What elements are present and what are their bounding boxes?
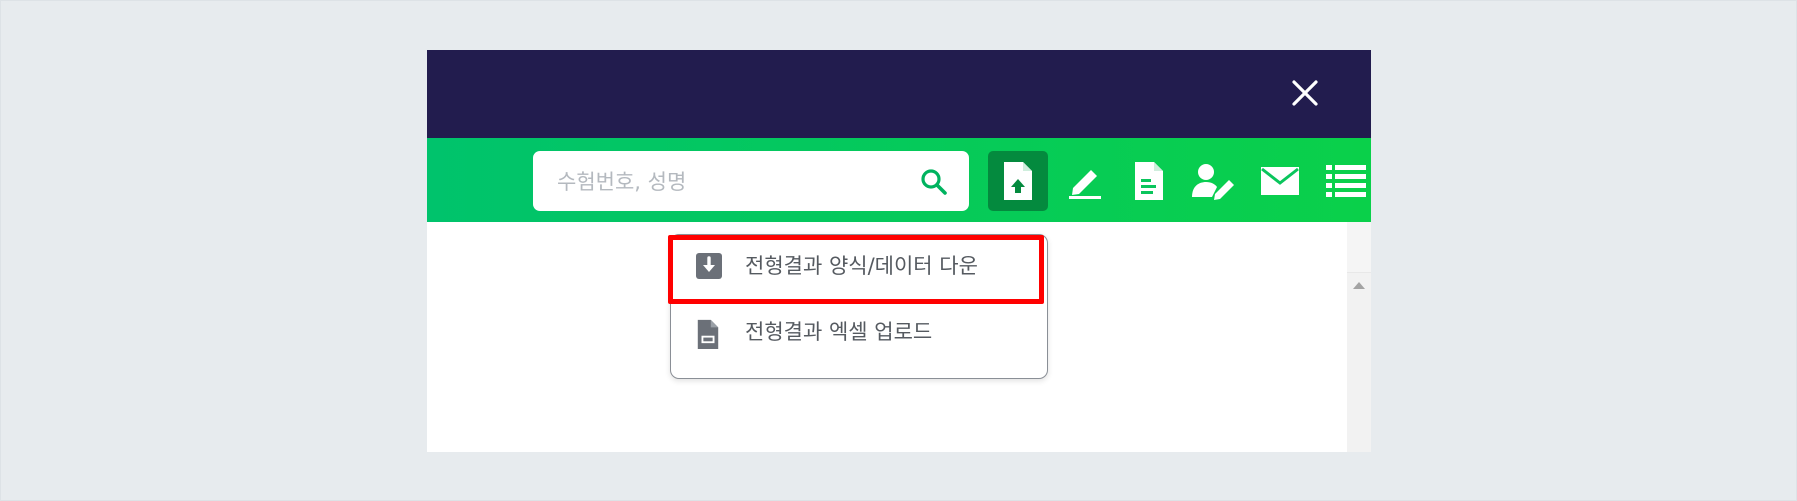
mail-icon	[1261, 167, 1299, 195]
file-icon	[697, 319, 719, 349]
mail-button[interactable]	[1250, 151, 1310, 211]
list-button[interactable]	[1316, 151, 1371, 211]
search-icon[interactable]	[919, 167, 949, 197]
search-input[interactable]	[555, 151, 909, 213]
document-icon	[1135, 162, 1163, 200]
list-icon	[1326, 165, 1366, 197]
menu-item-label: 전형결과 엑셀 업로드	[745, 320, 933, 344]
edit-button[interactable]	[1055, 151, 1115, 211]
vertical-scrollbar[interactable]	[1347, 222, 1371, 452]
search-box	[533, 151, 969, 213]
menu-item-excel-upload[interactable]: 전형결과 엑셀 업로드	[671, 301, 1047, 363]
toolbar	[427, 138, 1371, 222]
scroll-up-arrow[interactable]	[1353, 282, 1365, 289]
modal-header	[427, 50, 1371, 138]
document-button[interactable]	[1119, 151, 1179, 211]
pencil-icon	[1069, 170, 1101, 199]
file-upload-icon	[1004, 162, 1032, 200]
user-edit-button[interactable]	[1184, 151, 1244, 211]
close-button[interactable]	[1287, 75, 1323, 111]
close-icon	[1292, 80, 1318, 106]
upload-file-button[interactable]	[988, 151, 1048, 211]
highlight-box	[668, 235, 1044, 304]
user-edit-icon	[1192, 164, 1234, 200]
